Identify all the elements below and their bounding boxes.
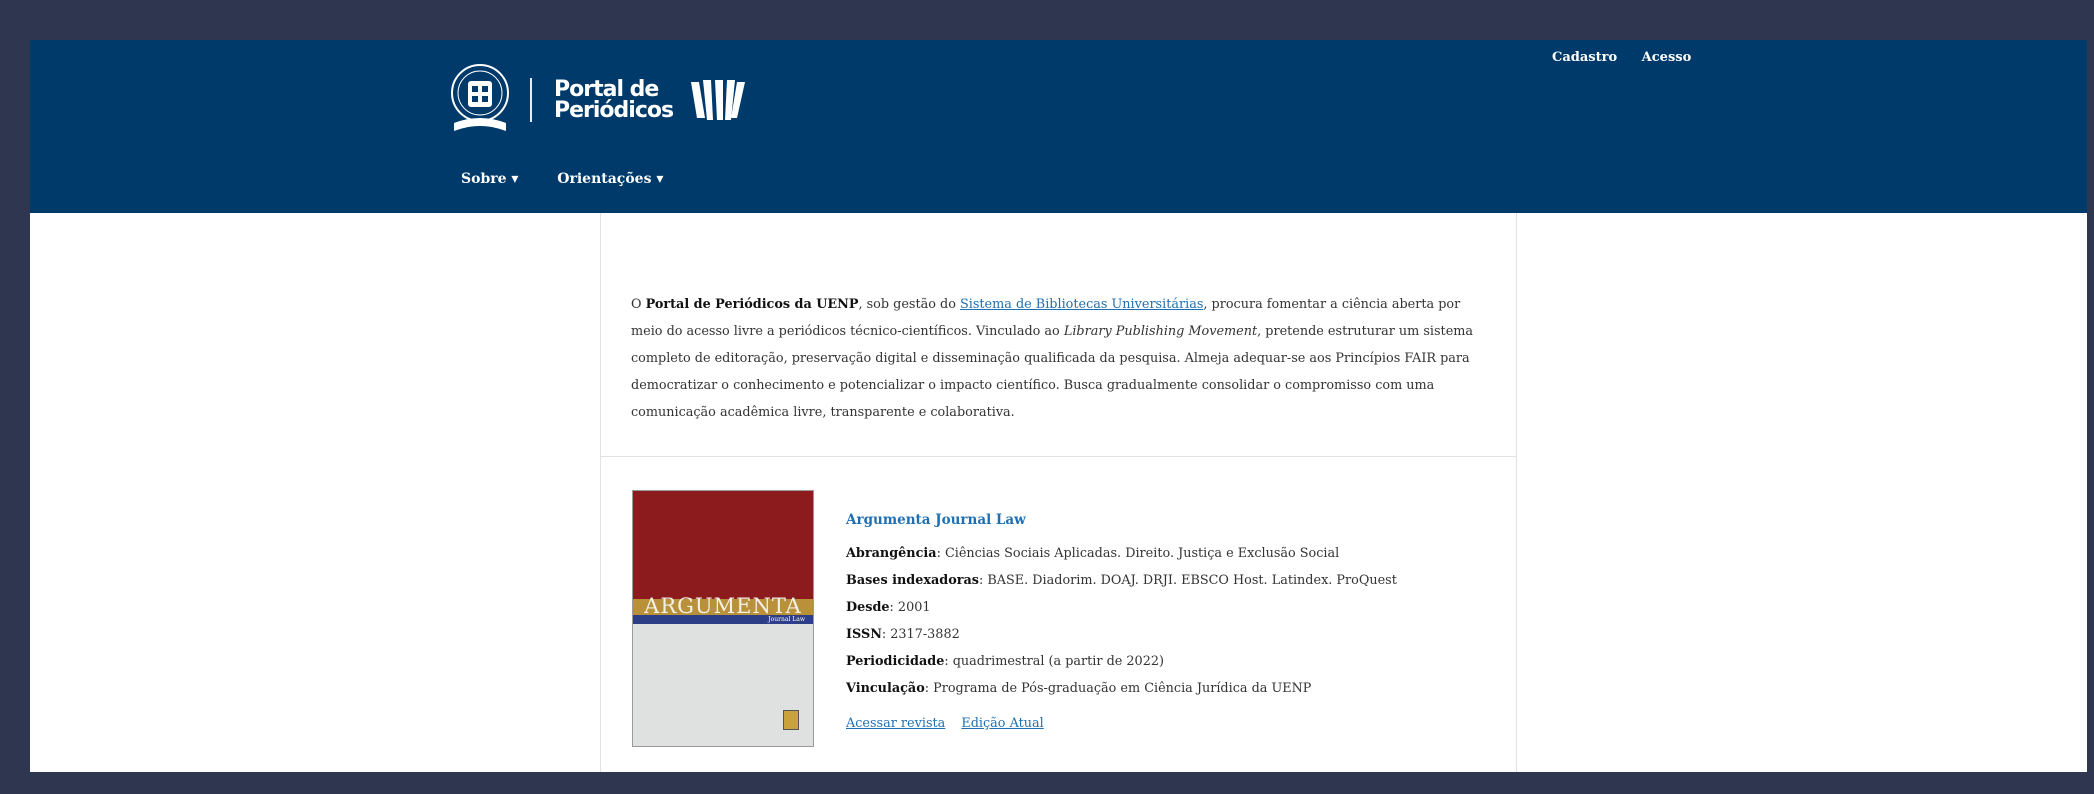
- main-content: O Portal de Periódicos da UENP, sob gest…: [600, 213, 1517, 772]
- nav-guidelines-menu[interactable]: Orientações ▾: [557, 171, 663, 187]
- divider: [601, 456, 1516, 457]
- journal-field: ISSN: 2317-3882: [846, 627, 960, 642]
- cover-title: ARGUMENTA: [644, 594, 802, 618]
- journal-field: Abrangência: Ciências Sociais Aplicadas.…: [846, 546, 1340, 561]
- current-issue-link[interactable]: Edição Atual: [961, 716, 1043, 731]
- register-link[interactable]: Cadastro: [1552, 50, 1617, 65]
- login-link[interactable]: Acesso: [1642, 50, 1692, 65]
- intro-paragraph: O Portal de Periódicos da UENP, sob gest…: [631, 297, 1474, 420]
- main-nav: Sobre ▾ Orientações ▾: [461, 171, 697, 187]
- journal-field: Desde: 2001: [846, 600, 931, 615]
- cover-logo-icon: [783, 710, 799, 730]
- portal-name: Portal de Periódicos da UENP: [645, 297, 859, 312]
- journal-field: Bases indexadoras: BASE. Diadorim. DOAJ.…: [846, 573, 1397, 588]
- browser-page: Portal de Periódicos Cadastro Acesso Sob…: [30, 40, 2087, 772]
- user-nav: Cadastro Acesso: [1552, 50, 1711, 65]
- university-seal-icon: [451, 64, 509, 131]
- journal-field: Vinculação: Programa de Pós-graduação em…: [846, 681, 1312, 696]
- journal-summary: Argumenta Journal Law Abrangência: Ciênc…: [846, 507, 1397, 737]
- site-header: Portal de Periódicos Cadastro Acesso Sob…: [30, 40, 2087, 213]
- site-logo[interactable]: Portal de Periódicos: [448, 60, 749, 140]
- portal-logo-text: Portal de Periódicos: [554, 77, 674, 123]
- journal-title-link[interactable]: Argumenta Journal Law: [846, 507, 1397, 534]
- cover-subtitle: Journal Law: [768, 616, 805, 623]
- journal-links: Acessar revista Edição Atual: [846, 710, 1397, 737]
- books-icon: [691, 80, 746, 120]
- library-system-link[interactable]: Sistema de Bibliotecas Universitárias: [960, 297, 1203, 312]
- journal-field: Periodicidade: quadrimestral (a partir d…: [846, 654, 1164, 669]
- journal-cover[interactable]: ARGUMENTA Journal Law: [632, 490, 814, 747]
- access-journal-link[interactable]: Acessar revista: [846, 716, 945, 731]
- logo-divider: [530, 78, 532, 122]
- nav-about-menu[interactable]: Sobre ▾: [461, 171, 518, 187]
